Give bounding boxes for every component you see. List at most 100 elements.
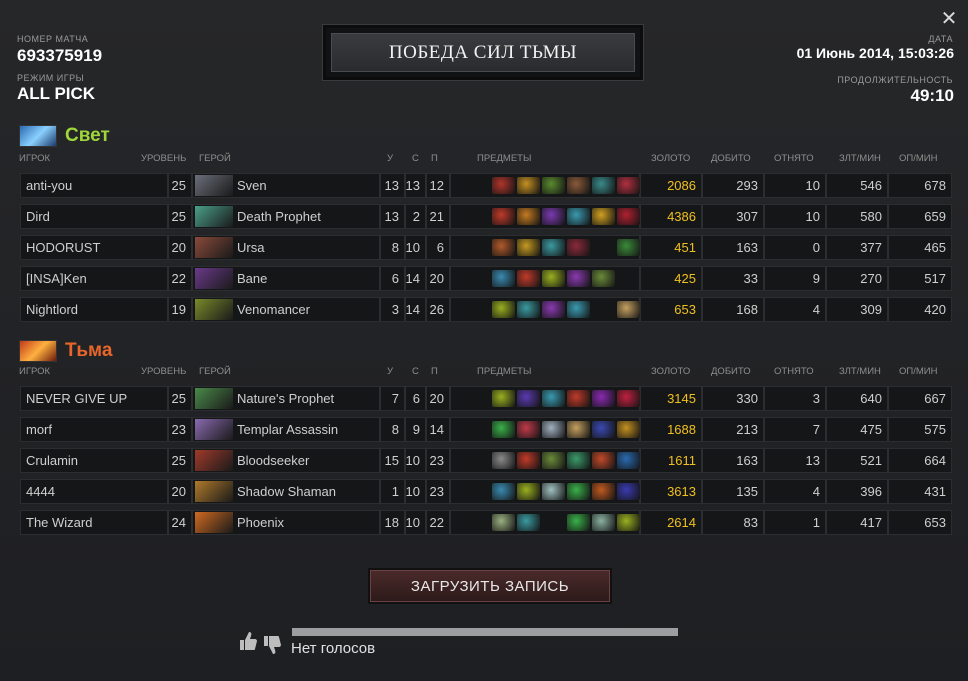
hero-portrait[interactable] <box>195 388 233 409</box>
item-icon[interactable] <box>492 421 515 438</box>
player-row[interactable]: The Wizard 24 Phoenix 18 10 22 2614 83 1 417 653 <box>20 510 952 535</box>
hero-portrait[interactable] <box>195 299 233 320</box>
item-icon[interactable] <box>492 483 515 500</box>
item-icon[interactable] <box>517 452 540 469</box>
item-icon[interactable] <box>542 390 565 407</box>
player-row[interactable]: Dird 25 Death Prophet 13 2 21 4386 307 10 580 659 <box>20 204 952 229</box>
thumbs-down-icon[interactable] <box>262 634 282 656</box>
item-icon[interactable] <box>567 301 590 318</box>
hero-portrait[interactable] <box>195 419 233 440</box>
item-icon[interactable] <box>492 177 515 194</box>
item-icon[interactable] <box>542 452 565 469</box>
empty-item-slot <box>592 239 615 256</box>
stat-lh: 163 <box>736 240 758 255</box>
item-icon[interactable] <box>617 208 640 225</box>
item-icon[interactable] <box>617 390 640 407</box>
item-icon[interactable] <box>542 483 565 500</box>
item-icon[interactable] <box>517 239 540 256</box>
item-icon[interactable] <box>492 270 515 287</box>
hero-portrait[interactable] <box>195 450 233 471</box>
hero-portrait[interactable] <box>195 268 233 289</box>
item-icon[interactable] <box>567 270 590 287</box>
item-icon[interactable] <box>517 301 540 318</box>
item-icon[interactable] <box>492 452 515 469</box>
item-icon[interactable] <box>542 270 565 287</box>
item-icon[interactable] <box>567 421 590 438</box>
item-icon[interactable] <box>567 483 590 500</box>
hero-portrait[interactable] <box>195 206 233 227</box>
item-icon[interactable] <box>542 301 565 318</box>
item-icon[interactable] <box>567 177 590 194</box>
item-icon[interactable] <box>592 483 615 500</box>
player-name[interactable]: morf <box>26 422 52 437</box>
item-icon[interactable] <box>567 239 590 256</box>
player-row[interactable]: 4444 20 Shadow Shaman 1 10 23 3613 135 4 396 431 <box>20 479 952 504</box>
player-row[interactable]: anti-you 25 Sven 13 13 12 2086 293 10 546 678 <box>20 173 952 198</box>
stat-level: 25 <box>171 209 186 224</box>
item-icon[interactable] <box>592 177 615 194</box>
item-icon[interactable] <box>617 177 640 194</box>
player-row[interactable]: [INSA]Ken 22 Bane 6 14 20 425 33 9 270 517 <box>20 266 952 291</box>
item-icon[interactable] <box>517 421 540 438</box>
item-icon[interactable] <box>567 390 590 407</box>
stat-dn: 9 <box>812 271 820 286</box>
item-icon[interactable] <box>617 421 640 438</box>
item-icon[interactable] <box>492 208 515 225</box>
item-icon[interactable] <box>517 177 540 194</box>
player-row[interactable]: NEVER GIVE UP 25 Nature's Prophet 7 6 20 3145 3… <box>20 386 952 411</box>
player-name[interactable]: Dird <box>26 209 50 224</box>
item-icon[interactable] <box>542 177 565 194</box>
hero-portrait[interactable] <box>195 237 233 258</box>
hero-cell: Venomancer <box>192 297 380 322</box>
item-icon[interactable] <box>617 483 640 500</box>
item-icon[interactable] <box>492 390 515 407</box>
item-icon[interactable] <box>542 421 565 438</box>
item-icon[interactable] <box>617 301 640 318</box>
item-icon[interactable] <box>492 514 515 531</box>
download-replay-button[interactable]: ЗАГРУЗИТЬ ЗАПИСЬ <box>370 570 610 602</box>
hero-portrait[interactable] <box>195 512 233 533</box>
item-icon[interactable] <box>592 452 615 469</box>
item-icon[interactable] <box>542 208 565 225</box>
item-icon[interactable] <box>592 270 615 287</box>
item-icon[interactable] <box>592 390 615 407</box>
team-name: Тьма <box>65 340 113 361</box>
player-row[interactable]: HODORUST 20 Ursa 8 10 6 451 163 0 377 465 <box>20 235 952 260</box>
item-icon[interactable] <box>592 514 615 531</box>
player-name[interactable]: anti-you <box>26 178 72 193</box>
item-icon[interactable] <box>617 452 640 469</box>
thumbs-up-icon[interactable] <box>238 630 258 652</box>
item-icon[interactable] <box>567 208 590 225</box>
player-name[interactable]: HODORUST <box>26 240 100 255</box>
hero-portrait[interactable] <box>195 175 233 196</box>
item-icon[interactable] <box>517 270 540 287</box>
close-icon[interactable]: ✕ <box>938 8 960 30</box>
item-icon[interactable] <box>592 208 615 225</box>
player-name[interactable]: NEVER GIVE UP <box>26 391 127 406</box>
item-icon[interactable] <box>517 390 540 407</box>
stat-a: 20 <box>429 271 444 286</box>
item-icon[interactable] <box>517 483 540 500</box>
item-icon[interactable] <box>517 514 540 531</box>
hero-portrait[interactable] <box>195 481 233 502</box>
item-icon[interactable] <box>567 452 590 469</box>
item-icon[interactable] <box>592 421 615 438</box>
item-icon[interactable] <box>492 239 515 256</box>
player-name[interactable]: [INSA]Ken <box>26 271 87 286</box>
player-name[interactable]: Nightlord <box>26 302 78 317</box>
player-row[interactable]: morf 23 Templar Assassin 8 9 14 1688 213 7 475 575 <box>20 417 952 442</box>
item-icon[interactable] <box>617 239 640 256</box>
stat-a: 12 <box>429 178 444 193</box>
player-row[interactable]: Crulamin 25 Bloodseeker 15 10 23 1611 163 13 521 6… <box>20 448 952 473</box>
player-name[interactable]: Crulamin <box>26 453 78 468</box>
item-icon[interactable] <box>517 208 540 225</box>
item-icon[interactable] <box>492 301 515 318</box>
item-icon[interactable] <box>567 514 590 531</box>
player-row[interactable]: Nightlord 19 Venomancer 3 14 26 653 168 4 309 420 <box>20 297 952 322</box>
column-header-gold: ЗОЛОТО <box>651 366 691 377</box>
player-name[interactable]: 4444 <box>26 484 55 499</box>
item-icon[interactable] <box>617 514 640 531</box>
player-name[interactable]: The Wizard <box>26 515 92 530</box>
column-header-level: УРОВЕНЬ <box>141 366 187 377</box>
item-icon[interactable] <box>542 239 565 256</box>
